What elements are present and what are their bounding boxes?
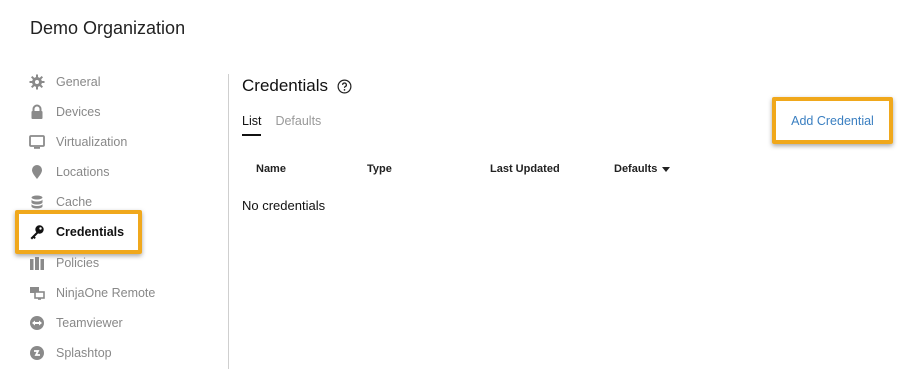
column-header-defaults[interactable]: Defaults — [614, 163, 671, 175]
column-header-defaults-label: Defaults — [614, 163, 658, 175]
sidebar-item-label: Devices — [56, 105, 101, 119]
splashtop-icon — [28, 344, 46, 362]
remote-screens-icon — [28, 284, 46, 302]
database-icon — [28, 193, 46, 211]
map-pin-icon — [28, 163, 46, 181]
caret-down-icon — [662, 166, 671, 172]
page-title-text: Credentials — [242, 76, 328, 95]
column-header-type: Type — [367, 163, 392, 175]
empty-state-text: No credentials — [242, 198, 326, 213]
sidebar-divider — [228, 74, 229, 369]
sidebar-item-label: Policies — [56, 256, 100, 270]
column-header-last-updated: Last Updated — [490, 163, 560, 175]
sidebar-item-teamviewer[interactable]: Teamviewer — [28, 309, 123, 337]
sidebar-item-credentials[interactable]: Credentials — [28, 218, 124, 246]
lock-icon — [28, 103, 46, 121]
sidebar-item-locations[interactable]: Locations — [28, 158, 110, 186]
tab-defaults[interactable]: Defaults — [275, 114, 321, 136]
sidebar-item-label: General — [56, 75, 101, 89]
tab-list[interactable]: List — [242, 114, 262, 136]
sidebar-item-devices[interactable]: Devices — [28, 98, 100, 126]
add-credential-highlight-box: Add Credential — [772, 97, 893, 144]
sidebar-item-label: Locations — [56, 165, 110, 179]
sidebar-item-label: Virtualization — [56, 135, 128, 149]
add-credential-button[interactable]: Add Credential — [791, 114, 874, 128]
question-circle-icon[interactable] — [337, 79, 352, 94]
sidebar-item-label: NinjaOne Remote — [56, 286, 156, 300]
organization-title: Demo Organization — [30, 18, 186, 38]
sidebar-item-label: Teamviewer — [56, 316, 123, 330]
tab-bar: List Defaults — [242, 114, 335, 136]
sidebar-item-general[interactable]: General — [28, 68, 100, 96]
monitor-icon — [28, 133, 46, 151]
gear-icon — [28, 73, 46, 91]
policies-icon — [28, 254, 46, 272]
sidebar-item-label: Cache — [56, 195, 93, 209]
page-title: Credentials — [242, 76, 352, 96]
sidebar-item-policies[interactable]: Policies — [28, 249, 99, 277]
teamviewer-icon — [28, 314, 46, 332]
key-icon — [28, 223, 46, 241]
sidebar-item-splashtop[interactable]: Splashtop — [28, 339, 112, 367]
column-header-name: Name — [256, 163, 286, 175]
sidebar-item-virtualization[interactable]: Virtualization — [28, 128, 127, 156]
sidebar-item-cache[interactable]: Cache — [28, 188, 92, 216]
sidebar-item-label: Splashtop — [56, 346, 112, 360]
sidebar-item-label: Credentials — [56, 225, 125, 239]
sidebar-item-ninjaone-remote[interactable]: NinjaOne Remote — [28, 279, 155, 307]
